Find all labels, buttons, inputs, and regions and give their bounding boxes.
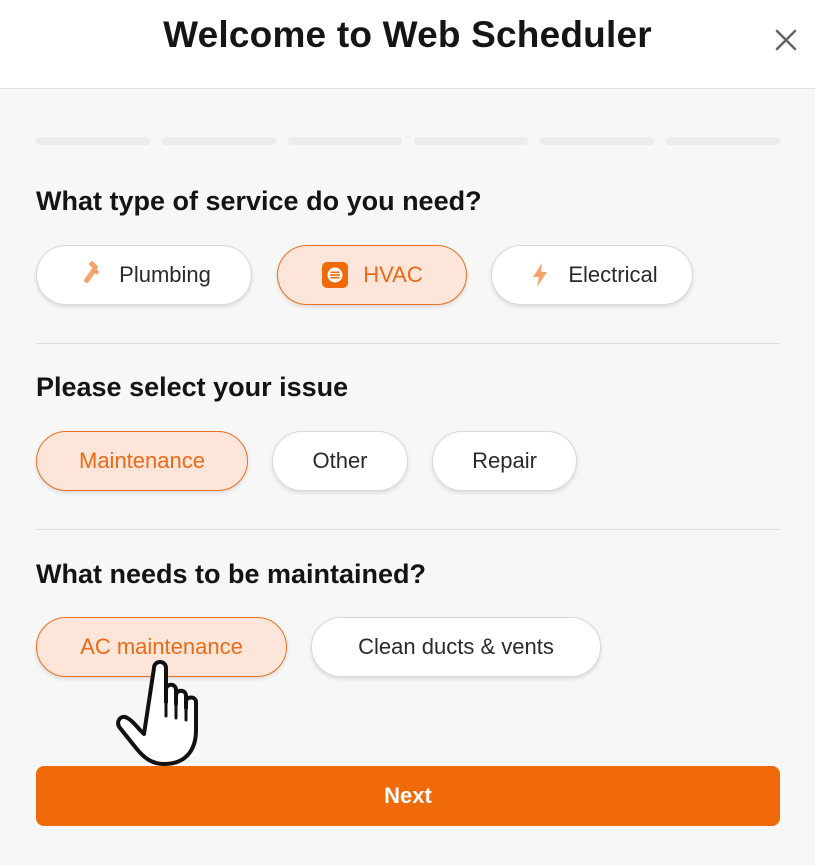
lightning-bolt-icon — [526, 261, 554, 289]
divider — [36, 529, 780, 530]
progress-step — [540, 137, 654, 145]
issue-question: Please select your issue — [36, 372, 349, 402]
option-label: Other — [312, 448, 368, 473]
progress-bar — [36, 137, 780, 145]
option-label: Repair — [472, 448, 537, 473]
option-maintenance[interactable]: Maintenance — [36, 431, 248, 491]
hvac-icon — [321, 261, 349, 289]
progress-step — [36, 137, 150, 145]
progress-step — [162, 137, 276, 145]
option-label: Clean ducts & vents — [358, 634, 554, 659]
option-electrical[interactable]: Electrical — [491, 245, 693, 305]
next-button[interactable]: Next — [36, 766, 780, 826]
option-label: Maintenance — [79, 448, 205, 473]
option-clean-ducts-vents[interactable]: Clean ducts & vents — [311, 617, 601, 677]
option-label: Electrical — [568, 262, 658, 287]
close-icon — [775, 29, 797, 51]
wrench-icon — [77, 261, 105, 289]
progress-step — [414, 137, 528, 145]
option-label: HVAC — [363, 262, 423, 287]
maintain-question: What needs to be maintained? — [36, 559, 427, 589]
option-ac-maintenance[interactable]: AC maintenance — [36, 617, 287, 677]
option-label: Plumbing — [119, 262, 211, 287]
option-hvac[interactable]: HVAC — [277, 245, 467, 305]
option-label: AC maintenance — [80, 634, 243, 659]
service-question: What type of service do you need? — [36, 186, 482, 216]
divider — [36, 343, 780, 344]
page-title: Welcome to Web Scheduler — [163, 14, 652, 55]
option-plumbing[interactable]: Plumbing — [36, 245, 252, 305]
option-repair[interactable]: Repair — [432, 431, 577, 491]
option-other[interactable]: Other — [272, 431, 408, 491]
header: Welcome to Web Scheduler — [0, 0, 815, 89]
close-button[interactable] — [768, 22, 804, 58]
progress-step — [666, 137, 780, 145]
progress-step — [288, 137, 402, 145]
